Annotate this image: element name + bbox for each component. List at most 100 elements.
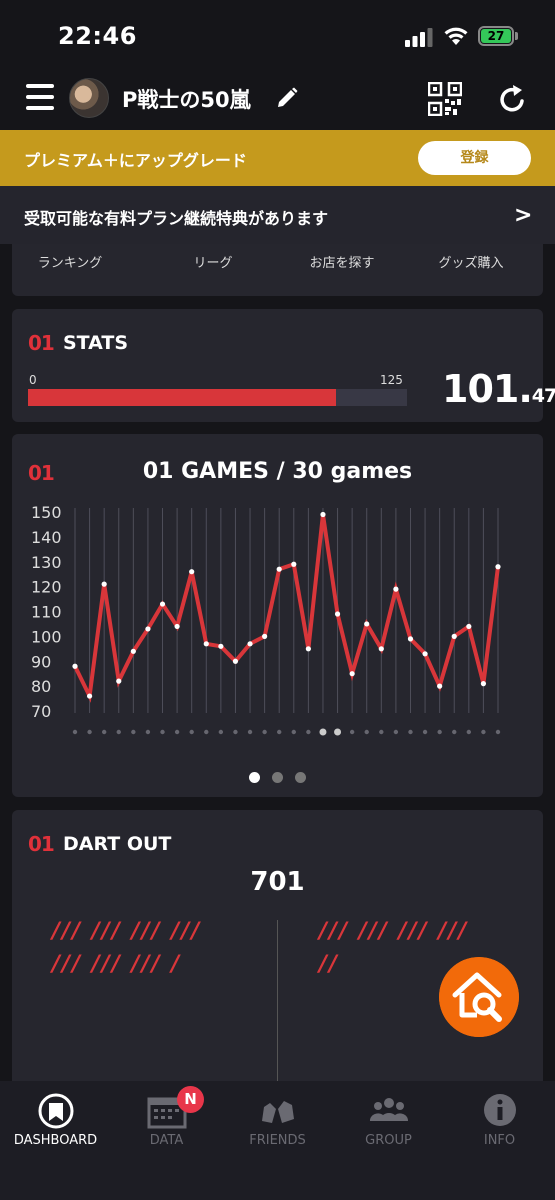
bottom-tab-bar: DASHBOARD DATA FRIENDS GROUP INFO (0, 1081, 555, 1200)
games-chart-card[interactable]: 70 80 90 100 110 120 130 140 150 01 01 GAMES / 3… (12, 434, 543, 797)
x-marker (364, 729, 369, 735)
data-point (247, 641, 253, 647)
page-dot[interactable] (295, 772, 306, 783)
x-marker (189, 729, 194, 735)
data-point (437, 683, 443, 689)
dart-out-badge: 01 (28, 832, 55, 856)
y-tick-label: 130 (31, 553, 62, 572)
battery-cap (515, 32, 518, 40)
data-point (349, 671, 355, 677)
series-line (73, 514, 500, 703)
data-point (276, 566, 282, 572)
stats-value-int: 101. (442, 367, 533, 411)
dart-out-left-tally: /// /// /// /// /// /// /// / (52, 915, 201, 981)
y-tick-label: 110 (31, 603, 62, 622)
stats-scale-max: 125 (380, 373, 403, 387)
tab-friends-label: FRIENDS (249, 1133, 306, 1148)
premium-banner[interactable]: プレミアム＋にアップグレード 登録 (0, 130, 555, 186)
shop-search-fab[interactable] (439, 957, 519, 1037)
premium-text: プレミアム＋にアップグレード (24, 151, 247, 170)
dart-out-divider (277, 920, 278, 1100)
chart-page-dots[interactable] (12, 768, 543, 787)
x-marker (334, 728, 342, 736)
data-point (334, 611, 341, 617)
refresh-icon[interactable] (498, 82, 528, 114)
page-dot[interactable] (249, 772, 260, 783)
tab-dashboard[interactable]: DASHBOARD (0, 1081, 111, 1161)
x-marker (233, 729, 238, 735)
tab-group[interactable]: GROUP (333, 1081, 444, 1161)
nav-goods[interactable]: グッズ購入 (416, 252, 526, 271)
pencil-icon[interactable] (276, 87, 298, 109)
x-marker (145, 729, 151, 735)
tab-friends[interactable]: FRIENDS (222, 1081, 333, 1161)
x-marker (481, 729, 486, 735)
status-bar: 22:46 27 (0, 0, 555, 70)
tally-line: /// /// /// /// (52, 919, 202, 944)
x-marker (393, 729, 399, 735)
data-point (218, 643, 224, 649)
nav-league[interactable]: リーグ (158, 252, 268, 271)
x-marker (72, 729, 78, 735)
data-point (101, 581, 107, 587)
data-point (480, 681, 487, 687)
x-marker (131, 729, 136, 735)
dart-out-card[interactable]: 01 DART OUT 701 /// /// /// /// /// /// … (12, 810, 543, 1100)
x-marker (291, 729, 296, 735)
benefit-text: 受取可能な有料プラン継続特典があります (24, 209, 329, 228)
x-marker (204, 729, 209, 735)
x-marker (218, 729, 224, 735)
stats-scale-min: 0 (29, 373, 37, 387)
data-point (203, 641, 209, 647)
x-marker (87, 729, 92, 735)
stats-progress-fill (28, 389, 336, 406)
page-dot[interactable] (272, 772, 283, 783)
dashboard-icon (38, 1093, 74, 1129)
stats-value-dec: 47 (531, 385, 555, 407)
tab-info[interactable]: INFO (444, 1081, 555, 1161)
avatar[interactable] (69, 78, 109, 118)
y-tick-label: 80 (31, 677, 51, 696)
data-point (393, 586, 399, 592)
data-point (159, 601, 166, 607)
info-icon (484, 1094, 516, 1126)
signal-icon (405, 28, 433, 47)
battery-level: 27 (481, 29, 511, 43)
stats-badge: 01 (28, 331, 55, 355)
group-icon (369, 1098, 409, 1121)
benefit-banner[interactable]: 受取可能な有料プラン継続特典があります > (0, 186, 555, 244)
data-point (495, 564, 501, 570)
y-tick-label: 90 (31, 652, 51, 671)
tab-info-label: INFO (483, 1133, 516, 1148)
x-marker (116, 729, 121, 735)
x-marker (262, 729, 267, 735)
stats-progress-track (28, 389, 407, 406)
register-button[interactable]: 登録 (418, 141, 531, 175)
username[interactable]: P戦士の50嵐 (122, 84, 251, 114)
tally-line: /// /// /// /// (319, 919, 469, 944)
nav-find-shop[interactable]: お店を探す (287, 252, 397, 271)
wifi-icon (444, 27, 468, 45)
menu-icon[interactable] (26, 84, 54, 110)
x-marker (160, 729, 165, 735)
qr-code-icon[interactable] (428, 82, 462, 116)
data-point (320, 511, 326, 518)
data-point (378, 646, 384, 652)
y-tick-label: 150 (31, 503, 62, 522)
data-point (262, 633, 268, 639)
x-marker (247, 729, 253, 735)
data-point (422, 651, 428, 657)
nav-ranking[interactable]: ランキング (15, 252, 125, 271)
battery-icon: 27 (478, 26, 514, 46)
tab-data[interactable]: DATA (111, 1081, 222, 1161)
x-marker (422, 729, 428, 735)
stats-card[interactable]: 01 STATS 0 125 101.47 (12, 309, 555, 422)
x-marker (101, 729, 107, 735)
data-point (116, 678, 122, 684)
notification-badge: N (177, 1086, 204, 1113)
data-point (145, 626, 151, 632)
dart-out-score: 701 (250, 867, 305, 897)
data-point (466, 623, 472, 630)
data-point (130, 648, 136, 654)
y-tick-label: 140 (31, 528, 62, 547)
